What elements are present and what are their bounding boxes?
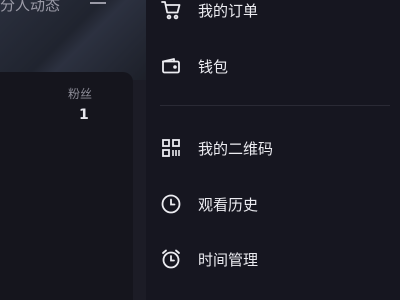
- drawer-item-label: 钱包: [198, 57, 229, 76]
- alarm-clock-icon: [160, 248, 182, 270]
- fans-count[interactable]: 1: [79, 107, 89, 123]
- menu-icon[interactable]: [90, 0, 106, 6]
- drawer-item-label: 我的订单: [198, 1, 259, 20]
- profile-background: 分人动态 粉丝 1: [0, 0, 150, 300]
- drawer-item-qrcode[interactable]: 我的二维码: [146, 128, 400, 168]
- side-drawer: 我的订单 钱包 我的二维码 观看历史 时间管理: [146, 0, 400, 300]
- fans-label: 粉丝: [68, 87, 93, 101]
- drawer-item-label: 观看历史: [198, 195, 259, 214]
- qrcode-icon: [160, 137, 182, 159]
- wallet-icon: [160, 55, 182, 77]
- cart-icon: [160, 0, 182, 21]
- clock-icon: [160, 193, 182, 215]
- drawer-item-label: 时间管理: [198, 250, 259, 269]
- drawer-item-time-management[interactable]: 时间管理: [146, 239, 400, 279]
- drawer-item-history[interactable]: 观看历史: [146, 184, 400, 224]
- screen: 分人动态 粉丝 1 我的订单 钱包 我的二维码 观看历史 时间管理: [0, 0, 400, 300]
- drawer-divider: [160, 105, 390, 106]
- drawer-item-wallet[interactable]: 钱包: [146, 46, 400, 86]
- profile-header-text: 分人动态: [0, 0, 61, 14]
- drawer-item-orders[interactable]: 我的订单: [146, 0, 400, 30]
- profile-stats-card: [0, 72, 133, 300]
- drawer-item-label: 我的二维码: [198, 139, 274, 158]
